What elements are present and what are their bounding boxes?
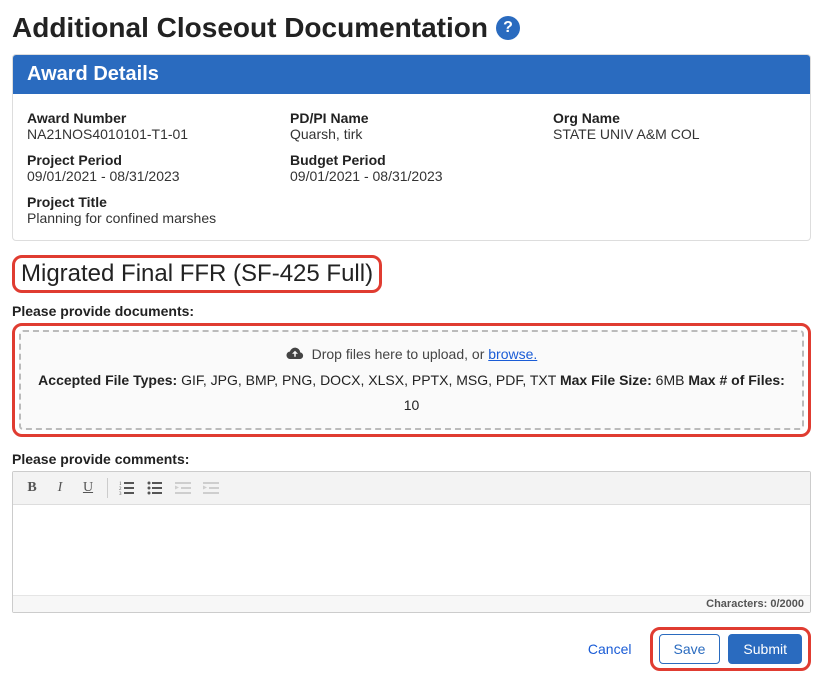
project-period-value: 09/01/2021 - 08/31/2023 bbox=[27, 168, 270, 184]
award-details-card: Award Details Award Number NA21NOS401010… bbox=[12, 54, 811, 241]
project-title-value: Planning for confined marshes bbox=[27, 210, 796, 226]
max-size: 6MB bbox=[652, 372, 689, 388]
svg-text:3: 3 bbox=[119, 492, 122, 495]
unordered-list-button[interactable] bbox=[142, 476, 168, 500]
org-label: Org Name bbox=[553, 110, 796, 126]
underline-button[interactable]: U bbox=[75, 476, 101, 500]
section-title: Migrated Final FFR (SF-425 Full) bbox=[12, 255, 382, 293]
drop-text: Drop files here to upload, or bbox=[312, 346, 489, 362]
bold-button[interactable]: B bbox=[19, 476, 45, 500]
file-dropzone[interactable]: Drop files here to upload, or browse. Ac… bbox=[19, 330, 804, 430]
cloud-upload-icon bbox=[286, 343, 304, 368]
comments-label: Please provide comments: bbox=[12, 451, 811, 467]
outdent-button[interactable] bbox=[170, 476, 196, 500]
comments-editor: B I U 123 Characters: 0/2000 bbox=[12, 471, 811, 613]
submit-button[interactable]: Submit bbox=[728, 634, 802, 664]
accepted-types: GIF, JPG, BMP, PNG, DOCX, XLSX, PPTX, MS… bbox=[177, 372, 560, 388]
max-size-label: Max File Size: bbox=[560, 372, 652, 388]
dropzone-highlight: Drop files here to upload, or browse. Ac… bbox=[12, 323, 811, 437]
browse-link[interactable]: browse. bbox=[488, 346, 537, 362]
editor-toolbar: B I U 123 bbox=[13, 472, 810, 505]
char-counter: Characters: 0/2000 bbox=[13, 595, 810, 612]
toolbar-separator bbox=[107, 478, 108, 498]
page-title-text: Additional Closeout Documentation bbox=[12, 12, 488, 44]
award-number-label: Award Number bbox=[27, 110, 270, 126]
max-files: 10 bbox=[404, 397, 420, 413]
comments-textarea[interactable] bbox=[13, 505, 810, 595]
pdpi-label: PD/PI Name bbox=[290, 110, 533, 126]
char-label: Characters: bbox=[706, 598, 770, 610]
cancel-button[interactable]: Cancel bbox=[580, 635, 640, 663]
org-value: STATE UNIV A&M COL bbox=[553, 126, 796, 142]
help-icon[interactable]: ? bbox=[496, 16, 520, 40]
char-count: 0/2000 bbox=[770, 598, 804, 610]
save-submit-highlight: Save Submit bbox=[650, 627, 812, 671]
max-files-label: Max # of Files: bbox=[688, 372, 784, 388]
project-period-label: Project Period bbox=[27, 152, 270, 168]
budget-period-value: 09/01/2021 - 08/31/2023 bbox=[290, 168, 533, 184]
page-title: Additional Closeout Documentation ? bbox=[12, 12, 811, 44]
action-bar: Cancel Save Submit bbox=[12, 627, 811, 671]
project-title-label: Project Title bbox=[27, 194, 796, 210]
italic-button[interactable]: I bbox=[47, 476, 73, 500]
budget-period-label: Budget Period bbox=[290, 152, 533, 168]
indent-button[interactable] bbox=[198, 476, 224, 500]
award-details-header: Award Details bbox=[13, 55, 810, 94]
pdpi-value: Quarsh, tirk bbox=[290, 126, 533, 142]
ordered-list-button[interactable]: 123 bbox=[114, 476, 140, 500]
award-number-value: NA21NOS4010101-T1-01 bbox=[27, 126, 270, 142]
accepted-types-label: Accepted File Types: bbox=[38, 372, 177, 388]
documents-label: Please provide documents: bbox=[12, 303, 811, 319]
section-title-wrap: Migrated Final FFR (SF-425 Full) bbox=[12, 255, 811, 293]
save-button[interactable]: Save bbox=[659, 634, 721, 664]
